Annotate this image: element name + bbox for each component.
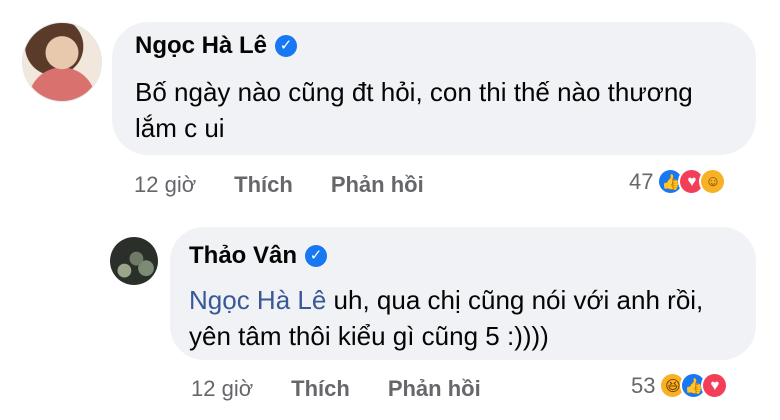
comment-author: Thảo Vân ✓ [189,242,328,270]
reply-button[interactable]: Phản hồi [388,376,481,402]
comment-actions: 12 giờ Thích Phản hồi [191,376,481,402]
reactions-summary[interactable]: 53 😆 👍 ♥ [631,372,729,399]
verified-badge-icon: ✓ [275,35,298,57]
mention-link[interactable]: Ngọc Hà Lê [189,285,326,315]
reactions-summary[interactable]: 47 👍 ♥ ☺ [629,168,727,195]
love-reaction-icon: ♥ [701,372,729,399]
like-button[interactable]: Thích [234,172,293,198]
reaction-count: 47 [629,168,654,194]
care-reaction-icon: ☺ [699,168,727,195]
comment-text: Bố ngày nào cũng đt hỏi, con thi thế nào… [135,77,693,143]
avatar[interactable] [22,22,102,102]
reply-button[interactable]: Phản hồi [331,172,424,198]
verified-badge-icon: ✓ [305,245,328,267]
like-button[interactable]: Thích [291,376,350,402]
comment-timestamp[interactable]: 12 giờ [191,376,253,402]
comment-actions: 12 giờ Thích Phản hồi [134,172,424,198]
avatar[interactable] [110,237,158,285]
author-name-link[interactable]: Ngọc Hà Lê [135,32,267,60]
comment-author: Ngọc Hà Lê ✓ [135,32,298,60]
reaction-count: 53 [631,372,656,398]
comment-timestamp[interactable]: 12 giờ [134,172,196,198]
author-name-link[interactable]: Thảo Vân [189,242,297,270]
comment-text: Ngọc Hà Lê uh, qua chị cũng nói với anh … [189,282,734,354]
